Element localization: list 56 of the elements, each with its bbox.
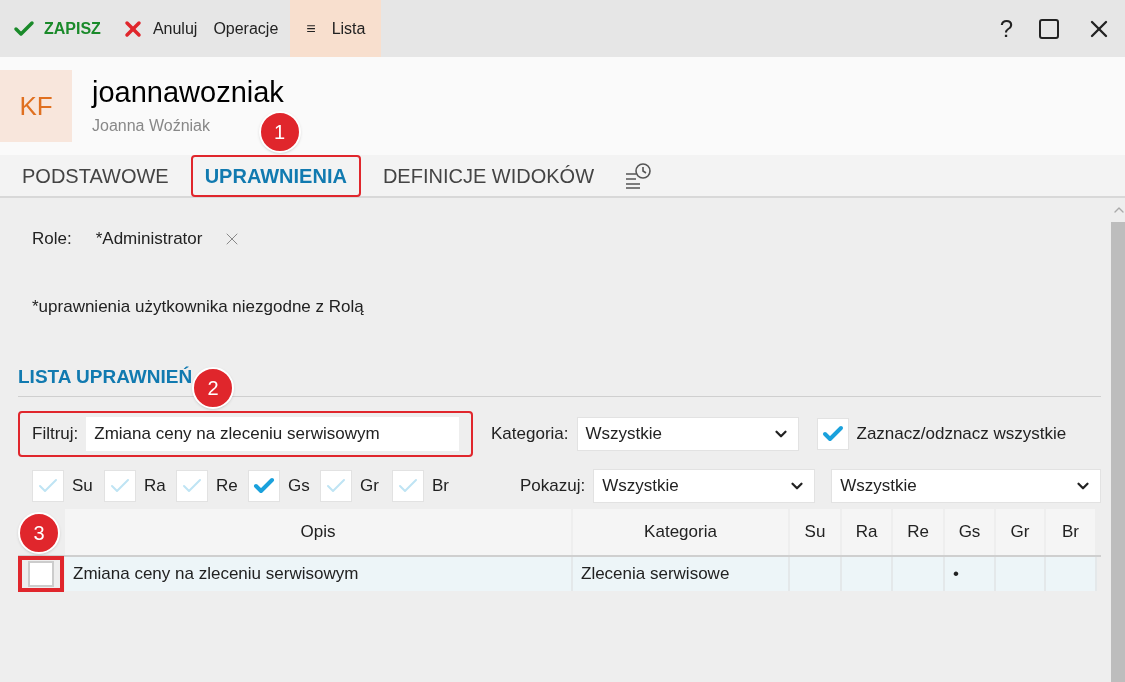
column-header[interactable]: Br bbox=[1046, 508, 1097, 555]
table-cell bbox=[790, 556, 842, 591]
callout-badge: 3 bbox=[18, 511, 60, 554]
column-header[interactable]: Su bbox=[790, 508, 842, 555]
warning-note: *uprawnienia użytkownika niezgodne z Rolą bbox=[32, 295, 365, 318]
dropdown[interactable]: Wszystkie bbox=[593, 468, 816, 503]
list-button[interactable]: ≡ Lista bbox=[290, 0, 382, 57]
checkbox[interactable] bbox=[32, 469, 64, 502]
avatar: KF bbox=[0, 70, 72, 142]
table-cell bbox=[893, 556, 945, 591]
maximize-icon[interactable] bbox=[1037, 16, 1061, 41]
flag-label: Br bbox=[432, 474, 450, 497]
filter-field[interactable]: Filtruj: Zmiana ceny na zleceniu serwisowym bbox=[18, 410, 473, 457]
select-all-label: Zaznacz/odznacz wszystkie bbox=[856, 422, 1067, 445]
checkbox[interactable] bbox=[320, 469, 352, 502]
column-header[interactable]: Opis bbox=[65, 508, 573, 555]
row-checkbox[interactable] bbox=[18, 555, 64, 592]
column-header[interactable]: Gs bbox=[945, 508, 996, 555]
section-title: LISTA UPRAWNIEŃ bbox=[18, 366, 193, 387]
checkbox[interactable] bbox=[176, 469, 208, 502]
table-cell: Zmiana ceny na zleceniu serwisowym bbox=[65, 556, 573, 591]
user-login: joannawozniak bbox=[92, 75, 284, 110]
flag-label: Gs bbox=[288, 474, 311, 497]
save-button[interactable]: ZAPISZ bbox=[0, 0, 113, 57]
table-cell bbox=[1046, 556, 1097, 591]
tab[interactable]: PODSTAWOWE bbox=[8, 154, 183, 197]
role-tag: *Administrator bbox=[95, 226, 203, 252]
history-list-icon[interactable] bbox=[624, 162, 652, 189]
flag-label: Ra bbox=[144, 474, 167, 497]
show-label: Pokazuj: bbox=[520, 474, 586, 497]
table-cell bbox=[842, 556, 893, 591]
column-header[interactable]: Kategoria bbox=[573, 508, 790, 555]
checkbox[interactable] bbox=[392, 469, 424, 502]
flag-label: Gr bbox=[360, 474, 380, 497]
dropdown[interactable]: Wszystkie bbox=[831, 468, 1102, 503]
cancel-button[interactable]: Anuluj bbox=[112, 0, 206, 57]
tab[interactable]: UPRAWNIENIA bbox=[190, 154, 361, 197]
help-button[interactable]: ? bbox=[987, 10, 1025, 47]
table-cell: • bbox=[945, 556, 996, 591]
table-cell bbox=[996, 556, 1046, 591]
user-full-name: Joanna Woźniak bbox=[92, 116, 210, 136]
roles-label: Role: bbox=[32, 228, 72, 250]
checkbox[interactable] bbox=[104, 469, 136, 502]
checkbox[interactable] bbox=[248, 469, 280, 502]
table-cell: Zlecenia serwisowe bbox=[573, 556, 790, 591]
operations-button[interactable]: Operacje bbox=[205, 0, 287, 57]
column-header[interactable]: Re bbox=[893, 508, 945, 555]
dropdown[interactable]: Wszystkie bbox=[576, 416, 799, 451]
callout-badge: 2 bbox=[192, 366, 234, 409]
tab[interactable]: DEFINICJE WIDOKÓW bbox=[368, 154, 608, 197]
category-label: Kategoria: bbox=[491, 422, 569, 445]
column-header[interactable]: Ra bbox=[842, 508, 893, 555]
flag-label: Re bbox=[216, 474, 239, 497]
checkbox[interactable] bbox=[816, 417, 849, 450]
column-header[interactable]: Gr bbox=[996, 508, 1046, 555]
flag-label: Su bbox=[72, 474, 94, 497]
